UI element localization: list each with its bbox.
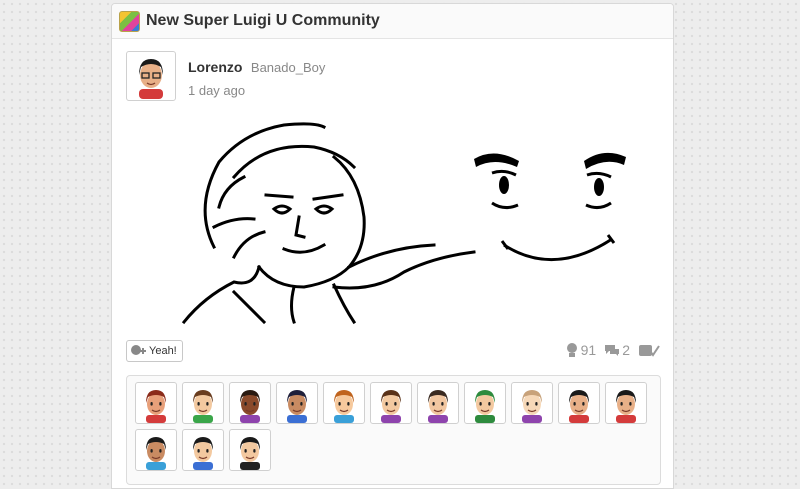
author-handle: Banado_Boy [250, 60, 326, 75]
mii-face-icon [139, 59, 163, 99]
empathy-mii-avatar[interactable] [182, 382, 224, 424]
mii-face-icon [428, 390, 448, 423]
community-game-icon [119, 10, 140, 32]
mii-face-icon [569, 390, 589, 423]
mii-face-icon [146, 437, 166, 470]
empathy-mii-avatar[interactable] [323, 382, 365, 424]
empathy-mii-avatar[interactable] [229, 382, 271, 424]
empathy-mii-avatar[interactable] [417, 382, 459, 424]
empathy-count[interactable]: 91 [565, 342, 597, 358]
post-author: Lorenzo Banado_Boy 1 day ago [126, 51, 325, 101]
empathy-mii-avatar[interactable] [605, 382, 647, 424]
mii-face-icon [616, 390, 636, 423]
empathy-mii-avatar[interactable] [135, 382, 177, 424]
mii-face-icon [193, 390, 213, 423]
empathy-mii-avatar[interactable] [370, 382, 412, 424]
empathy-mii-avatar[interactable] [182, 429, 224, 471]
mii-face-icon [522, 390, 542, 423]
empathy-list [126, 375, 661, 485]
empathy-mii-avatar[interactable] [464, 382, 506, 424]
played-indicator [638, 342, 662, 358]
empathy-mii-avatar[interactable] [276, 382, 318, 424]
empathy-mii-avatar[interactable] [511, 382, 553, 424]
post-timestamp[interactable]: 1 day ago [188, 83, 325, 98]
handwritten-drawing [181, 122, 626, 325]
post-stats: 91 2 [557, 342, 662, 358]
empathy-count-value: 91 [580, 342, 597, 358]
empathy-mii-avatar[interactable] [558, 382, 600, 424]
empathy-icon [566, 343, 577, 357]
mii-face-icon [240, 437, 260, 470]
yeah-button[interactable]: Yeah! [126, 340, 183, 362]
post-actions: Yeah! 91 2 [126, 340, 662, 362]
comment-icon [605, 345, 620, 356]
mii-list [135, 382, 655, 476]
empathy-add-icon [131, 345, 146, 355]
mii-face-icon [287, 390, 307, 423]
mii-face-icon [475, 390, 495, 423]
post-card: New Super Luigi U Community Lorenzo Bana… [111, 3, 674, 489]
empathy-mii-avatar[interactable] [229, 429, 271, 471]
played-check-icon [639, 345, 660, 357]
reply-count-value: 2 [622, 342, 630, 358]
yeah-label: Yeah! [149, 345, 177, 357]
mii-face-icon [146, 390, 166, 423]
mii-face-icon [193, 437, 213, 470]
author-name[interactable]: Lorenzo [188, 59, 242, 75]
reply-count[interactable]: 2 [604, 342, 630, 358]
mii-face-icon [240, 390, 260, 423]
mii-face-icon [381, 390, 401, 423]
author-avatar[interactable] [126, 51, 176, 101]
community-title[interactable]: New Super Luigi U Community [146, 12, 380, 30]
mii-face-icon [334, 390, 354, 423]
empathy-mii-avatar[interactable] [135, 429, 177, 471]
community-header[interactable]: New Super Luigi U Community [112, 4, 673, 39]
